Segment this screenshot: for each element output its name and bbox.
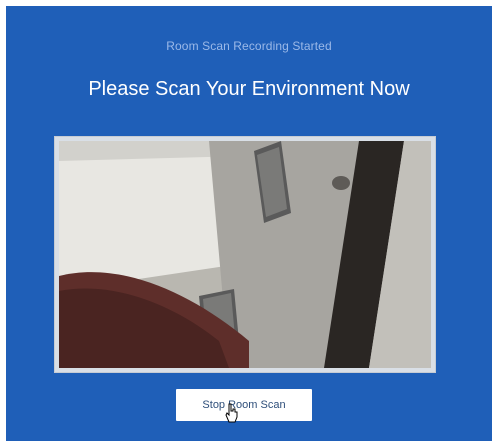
webcam-video-feed [59,141,431,368]
recording-status-text: Room Scan Recording Started [166,39,332,53]
stop-room-scan-button[interactable]: Stop Room Scan [176,389,312,421]
scan-instruction-heading: Please Scan Your Environment Now [88,78,410,100]
webcam-video-frame [54,136,436,373]
room-scan-panel: Room Scan Recording Started Please Scan … [6,6,492,441]
webcam-video-image [59,141,431,368]
